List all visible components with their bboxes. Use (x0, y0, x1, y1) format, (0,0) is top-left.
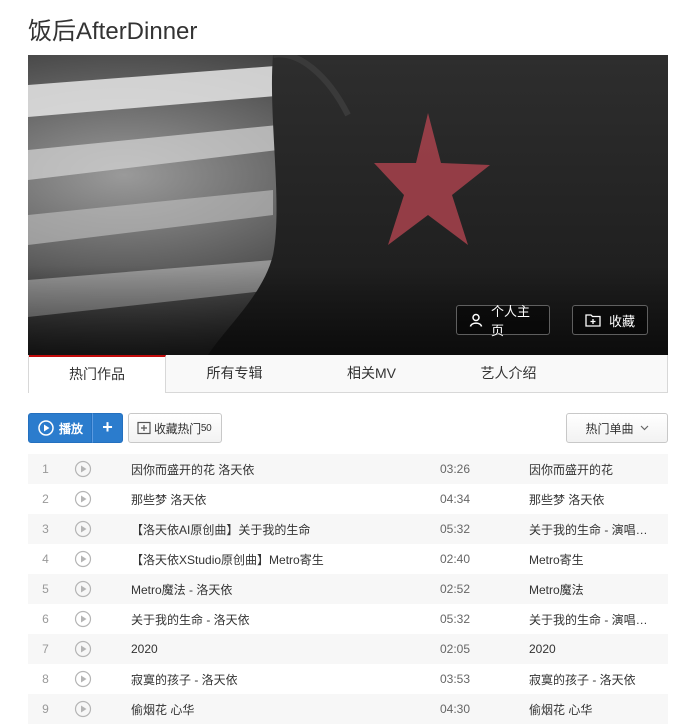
play-circle-icon[interactable] (63, 700, 103, 718)
song-list: 1 因你而盛开的花 洛天依 03:26 因你而盛开的花 2 那些梦 洛天依 04:34 那些梦… (28, 454, 668, 724)
play-circle-icon[interactable] (63, 490, 103, 508)
folder-add-icon (137, 421, 151, 435)
play-circle-icon[interactable] (63, 670, 103, 688)
play-circle-icon[interactable] (63, 550, 103, 568)
song-album[interactable]: 2020 (529, 642, 649, 656)
artist-tabs: 热门作品 所有专辑 相关MV 艺人介绍 (28, 355, 668, 393)
song-album[interactable]: 关于我的生命 - 演唱… (529, 521, 649, 538)
song-album[interactable]: 因你而盛开的花 (529, 461, 649, 478)
song-title[interactable]: Metro魔法 - 洛天依 (131, 581, 440, 598)
song-title[interactable]: 寂寞的孩子 - 洛天依 (131, 671, 440, 688)
song-duration: 04:34 (440, 492, 471, 506)
song-duration: 05:32 (440, 522, 471, 536)
hot-singles-label: 热门单曲 (585, 421, 634, 436)
song-index: 4 (42, 552, 49, 566)
play-circle-icon (38, 420, 54, 436)
song-index: 2 (42, 492, 49, 506)
song-row[interactable]: 2 那些梦 洛天依 04:34 那些梦 洛天依 (28, 484, 668, 514)
hot-singles-dropdown[interactable]: 热门单曲 (566, 413, 668, 443)
favorite-artist-button[interactable]: 收藏 (572, 305, 648, 335)
play-circle-icon[interactable] (63, 610, 103, 628)
song-title[interactable]: 【洛天依XStudio原创曲】Metro寄生 (131, 551, 440, 568)
collect-hot-count: 50 (200, 422, 212, 434)
artist-name: 饭后AfterDinner (28, 18, 198, 45)
play-all-button[interactable]: 播放 (28, 413, 92, 443)
collect-hot-label: 收藏热门 (154, 421, 201, 436)
song-index: 9 (42, 702, 49, 716)
song-album[interactable]: 偷烟花 心华 (529, 701, 649, 718)
tab-artist-intro[interactable]: 艺人介绍 (440, 355, 577, 392)
add-to-playlist-button[interactable]: + (92, 413, 123, 443)
song-duration: 04:30 (440, 702, 471, 716)
song-row[interactable]: 5 Metro魔法 - 洛天依 02:52 Metro魔法 (28, 574, 668, 604)
folder-add-icon (585, 313, 601, 327)
song-album[interactable]: 寂寞的孩子 - 洛天依 (529, 671, 649, 688)
song-duration: 03:26 (440, 462, 471, 476)
user-icon (469, 313, 483, 327)
song-index: 8 (42, 672, 49, 686)
song-index: 5 (42, 582, 49, 596)
song-toolbar: 播放 + 收藏热门 50 热门单曲 (28, 413, 668, 443)
collect-hot-button[interactable]: 收藏热门 50 (128, 413, 222, 443)
song-duration: 02:52 (440, 582, 471, 596)
song-row[interactable]: 3 【洛天依AI原创曲】关于我的生命 05:32 关于我的生命 - 演唱… (28, 514, 668, 544)
artist-homepage-button[interactable]: 个人主页 (456, 304, 550, 338)
song-duration: 02:05 (440, 642, 471, 656)
chevron-down-icon (640, 425, 649, 431)
play-circle-icon[interactable] (63, 640, 103, 658)
play-circle-icon[interactable] (63, 460, 103, 478)
song-row[interactable]: 6 关于我的生命 - 洛天依 05:32 关于我的生命 - 演唱… (28, 604, 668, 634)
song-row[interactable]: 4 【洛天依XStudio原创曲】Metro寄生 02:40 Metro寄生 (28, 544, 668, 574)
artist-banner: 个人主页 收藏 (28, 55, 668, 355)
song-index: 7 (42, 642, 49, 656)
song-duration: 05:32 (440, 612, 471, 626)
song-row[interactable]: 1 因你而盛开的花 洛天依 03:26 因你而盛开的花 (28, 454, 668, 484)
tab-hot-works[interactable]: 热门作品 (29, 355, 166, 393)
song-title[interactable]: 因你而盛开的花 洛天依 (131, 461, 440, 478)
song-title[interactable]: 偷烟花 心华 (131, 701, 440, 718)
play-circle-icon[interactable] (63, 580, 103, 598)
song-title[interactable]: 2020 (131, 642, 440, 656)
song-row[interactable]: 8 寂寞的孩子 - 洛天依 03:53 寂寞的孩子 - 洛天依 (28, 664, 668, 694)
song-title[interactable]: 关于我的生命 - 洛天依 (131, 611, 440, 628)
song-index: 6 (42, 612, 49, 626)
tab-related-mv[interactable]: 相关MV (303, 355, 440, 392)
song-title[interactable]: 那些梦 洛天依 (131, 491, 440, 508)
song-duration: 03:53 (440, 672, 471, 686)
song-row[interactable]: 7 2020 02:05 2020 (28, 634, 668, 664)
song-album[interactable]: 那些梦 洛天依 (529, 491, 649, 508)
song-row[interactable]: 9 偷烟花 心华 04:30 偷烟花 心华 (28, 694, 668, 724)
song-index: 3 (42, 522, 49, 536)
artist-homepage-label: 个人主页 (491, 304, 531, 338)
favorite-artist-label: 收藏 (609, 313, 636, 329)
song-index: 1 (42, 462, 49, 476)
song-album[interactable]: 关于我的生命 - 演唱… (529, 611, 649, 628)
song-title[interactable]: 【洛天依AI原创曲】关于我的生命 (131, 521, 440, 538)
play-circle-icon[interactable] (63, 520, 103, 538)
song-duration: 02:40 (440, 552, 471, 566)
play-all-label: 播放 (59, 421, 84, 436)
song-album[interactable]: Metro魔法 (529, 581, 649, 598)
song-album[interactable]: Metro寄生 (529, 551, 649, 568)
tab-all-albums[interactable]: 所有专辑 (166, 355, 303, 392)
